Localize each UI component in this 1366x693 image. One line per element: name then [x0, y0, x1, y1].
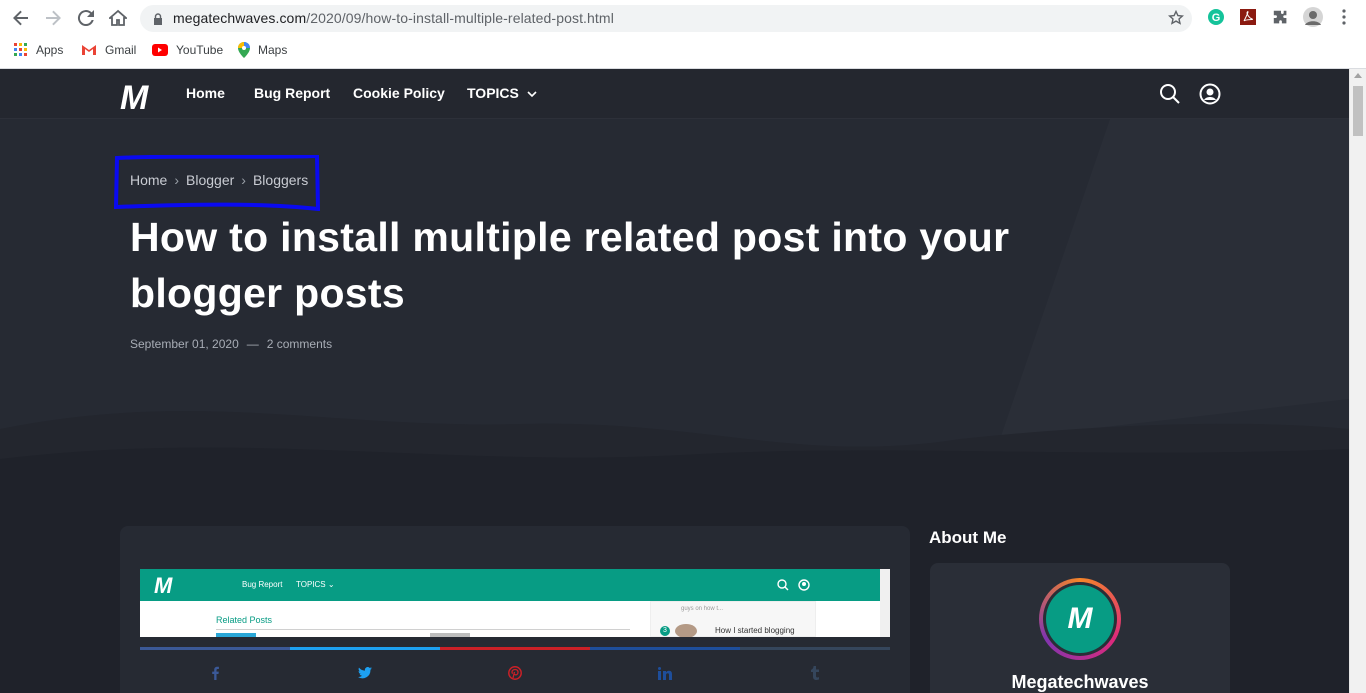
bookmark-label: Maps — [258, 43, 288, 57]
bookmark-maps[interactable]: Maps — [238, 40, 287, 60]
nav-topics-label: TOPICS — [467, 85, 519, 101]
share-bar-pinterest — [440, 647, 590, 650]
thumbnail-account-icon — [798, 579, 810, 591]
site-logo[interactable]: M — [120, 79, 148, 118]
bookmark-label: YouTube — [176, 43, 224, 57]
avatar-letter: M — [1046, 585, 1114, 653]
linkedin-icon — [658, 666, 672, 680]
thumbnail-nav-item: TOPICS ⌄ — [296, 580, 335, 589]
nav-bug-report[interactable]: Bug Report — [254, 85, 330, 101]
gmail-icon — [81, 44, 97, 56]
chrome-menu-icon[interactable] — [1334, 7, 1354, 27]
maps-icon — [238, 42, 250, 58]
thumbnail-side-photo — [675, 624, 697, 637]
post-meta: September 01, 2020 — 2 comments — [130, 337, 332, 351]
page-viewport: M Home Bug Report Cookie Policy TOPICS H… — [0, 69, 1349, 693]
bookmark-star-icon[interactable] — [1167, 9, 1185, 31]
pinterest-share-button[interactable] — [440, 661, 590, 685]
scroll-up-arrow-icon[interactable] — [1354, 73, 1362, 78]
bookmark-label: Gmail — [105, 43, 137, 57]
hero-wave — [0, 411, 1349, 529]
thumbnail-nav-item: Bug Report — [242, 580, 283, 589]
thumbnail-post-image — [216, 633, 256, 637]
tumblr-share-button[interactable] — [740, 661, 890, 685]
thumbnail-post-image — [430, 633, 470, 637]
post-date: September 01, 2020 — [130, 337, 239, 351]
site-header: M Home Bug Report Cookie Policy TOPICS — [0, 69, 1349, 119]
thumbnail-sidebar: guys on how t... 3 How I started bloggin… — [650, 601, 816, 637]
apps-grid-icon — [14, 43, 28, 57]
share-buttons — [140, 661, 890, 685]
breadcrumb-home[interactable]: Home — [130, 172, 167, 188]
post-title: How to install multiple related post int… — [130, 214, 1010, 316]
thumbnail-side-snippet: guys on how t... — [681, 606, 724, 612]
nav-cookie-policy[interactable]: Cookie Policy — [353, 85, 445, 101]
thumbnail-header: M Bug Report TOPICS ⌄ — [140, 569, 880, 601]
bookmark-gmail[interactable]: Gmail — [81, 40, 136, 60]
facebook-share-button[interactable] — [140, 661, 290, 685]
breadcrumb-blogger[interactable]: Blogger — [186, 172, 234, 188]
thumbnail-scrollbar — [880, 569, 890, 637]
pinterest-icon — [508, 666, 522, 680]
search-icon[interactable] — [1159, 83, 1181, 105]
forward-icon[interactable] — [41, 6, 65, 30]
home-icon[interactable] — [106, 6, 130, 30]
grammarly-icon[interactable]: G — [1206, 7, 1226, 27]
url-text: megatechwaves.com/2020/09/how-to-install… — [173, 10, 614, 26]
bookmark-label: Apps — [36, 43, 64, 57]
tumblr-icon — [811, 666, 819, 680]
post-comments-link[interactable]: 2 comments — [267, 337, 332, 351]
author-name[interactable]: Megatechwaves — [930, 672, 1230, 693]
profile-avatar-icon[interactable] — [1302, 6, 1324, 28]
breadcrumb-separator: › — [241, 172, 246, 188]
nav-topics[interactable]: TOPICS — [467, 85, 537, 101]
share-bar-linkedin — [590, 647, 740, 650]
thumbnail-search-icon — [777, 579, 789, 591]
thumbnail-divider — [216, 629, 630, 630]
share-bar-facebook — [140, 647, 290, 650]
avatar-frame: M — [1043, 582, 1117, 656]
thumbnail-side-title: How I started blogging — [715, 626, 795, 635]
thumbnail-side-number: 3 — [660, 626, 670, 636]
share-bar-tumblr — [740, 647, 890, 650]
scrollbar-thumb[interactable] — [1353, 86, 1363, 136]
twitter-share-button[interactable] — [290, 661, 440, 685]
browser-chrome: megatechwaves.com/2020/09/how-to-install… — [0, 0, 1366, 69]
breadcrumb-separator: › — [174, 172, 180, 188]
thumbnail-related-label: Related Posts — [216, 615, 273, 625]
page-scrollbar[interactable] — [1349, 69, 1366, 693]
meta-separator: — — [246, 337, 259, 351]
extensions-puzzle-icon[interactable] — [1270, 7, 1290, 27]
nav-home[interactable]: Home — [186, 85, 225, 101]
bookmark-youtube[interactable]: YouTube — [152, 40, 223, 60]
bookmark-apps[interactable]: Apps — [14, 40, 63, 60]
breadcrumb: Home › Blogger › Bloggers — [130, 172, 308, 188]
sidebar-about-heading: About Me — [929, 528, 1007, 547]
linkedin-share-button[interactable] — [590, 661, 740, 685]
lock-icon — [153, 12, 163, 30]
twitter-icon — [358, 667, 372, 679]
account-icon[interactable] — [1199, 83, 1221, 105]
share-color-bar — [140, 647, 890, 650]
youtube-icon — [152, 44, 168, 56]
share-bar-twitter — [290, 647, 440, 650]
svg-text:G: G — [1212, 12, 1221, 24]
reload-icon[interactable] — [74, 6, 98, 30]
acrobat-icon[interactable] — [1238, 7, 1258, 27]
breadcrumb-bloggers[interactable]: Bloggers — [253, 172, 308, 188]
thumbnail-logo: M — [154, 573, 173, 598]
chevron-down-icon — [527, 91, 537, 98]
address-bar[interactable]: megatechwaves.com/2020/09/how-to-install… — [140, 5, 1192, 32]
back-icon[interactable] — [9, 6, 33, 30]
author-avatar[interactable]: M — [1039, 578, 1121, 660]
post-featured-image[interactable]: M Bug Report TOPICS ⌄ Related Posts guys… — [140, 569, 890, 637]
facebook-icon — [212, 666, 219, 680]
